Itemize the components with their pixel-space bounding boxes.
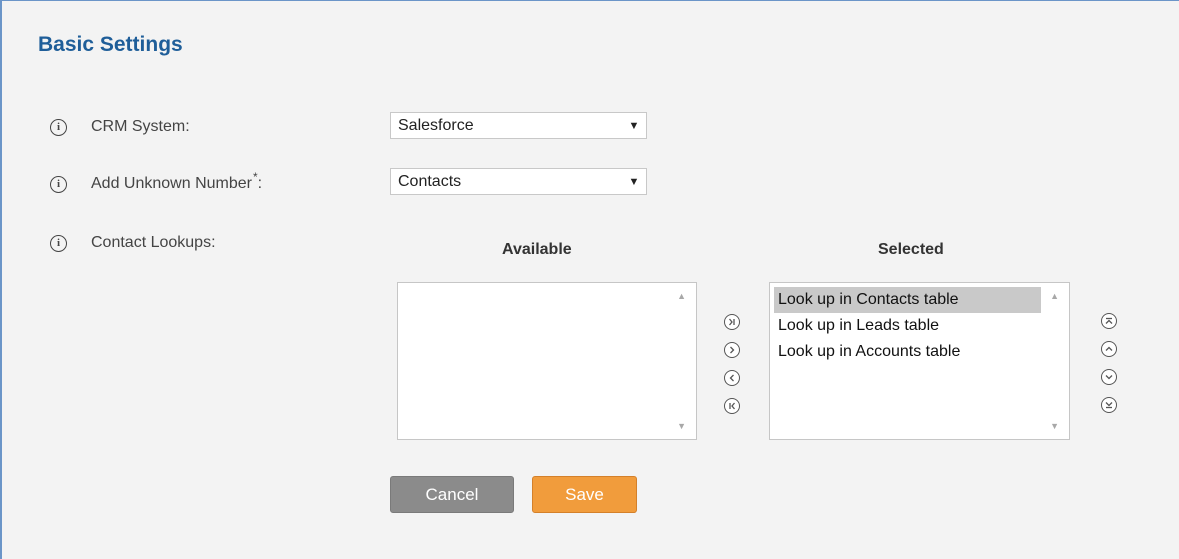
- crm-system-select[interactable]: Salesforce ▼: [390, 112, 647, 139]
- cancel-button[interactable]: Cancel: [390, 476, 514, 513]
- add-unknown-number-select[interactable]: Contacts ▼: [390, 168, 647, 195]
- contact-lookups-label: Contact Lookups:: [91, 234, 216, 251]
- move-left-button[interactable]: [724, 370, 740, 386]
- scroll-up-icon[interactable]: ▲: [1050, 291, 1059, 301]
- panel-title: Basic Settings: [38, 33, 183, 56]
- list-item[interactable]: Look up in Leads table: [774, 313, 1041, 339]
- move-right-button[interactable]: [724, 342, 740, 358]
- contact-lookups-row: i Contact Lookups:: [50, 234, 216, 252]
- add-unknown-number-value: Contacts: [398, 172, 462, 190]
- required-mark: *: [252, 170, 258, 184]
- add-unknown-number-row: i Add Unknown Number *:: [50, 170, 263, 193]
- move-all-left-button[interactable]: [724, 398, 740, 414]
- chevron-down-icon[interactable]: ▼: [622, 120, 646, 132]
- scroll-down-icon[interactable]: ▼: [1050, 421, 1059, 431]
- crm-system-value: Salesforce: [398, 116, 474, 134]
- move-down-button[interactable]: [1101, 369, 1117, 385]
- list-item[interactable]: Look up in Contacts table: [774, 287, 1041, 313]
- basic-settings-panel: Basic Settings i CRM System: Salesforce …: [0, 0, 1179, 559]
- info-icon[interactable]: i: [50, 175, 67, 193]
- move-all-right-button[interactable]: [724, 314, 740, 330]
- selected-header: Selected: [878, 241, 944, 258]
- available-header: Available: [502, 241, 572, 258]
- selected-listbox[interactable]: Look up in Contacts table Look up in Lea…: [769, 282, 1070, 440]
- list-item[interactable]: Look up in Accounts table: [774, 339, 1041, 365]
- info-icon[interactable]: i: [50, 118, 67, 136]
- add-unknown-number-label: Add Unknown Number: [91, 175, 252, 192]
- crm-system-row: i CRM System:: [50, 118, 190, 136]
- selected-items: Look up in Contacts table Look up in Lea…: [774, 287, 1041, 365]
- chevron-down-icon[interactable]: ▼: [622, 176, 646, 188]
- move-up-button[interactable]: [1101, 341, 1117, 357]
- label-suffix: :: [257, 175, 263, 192]
- scroll-down-icon[interactable]: ▼: [677, 421, 686, 431]
- crm-system-label: CRM System:: [91, 118, 190, 135]
- scroll-up-icon[interactable]: ▲: [677, 291, 686, 301]
- available-listbox[interactable]: ▲ ▼: [397, 282, 697, 440]
- info-icon[interactable]: i: [50, 234, 67, 252]
- save-button[interactable]: Save: [532, 476, 637, 513]
- move-bottom-button[interactable]: [1101, 397, 1117, 413]
- move-top-button[interactable]: [1101, 313, 1117, 329]
